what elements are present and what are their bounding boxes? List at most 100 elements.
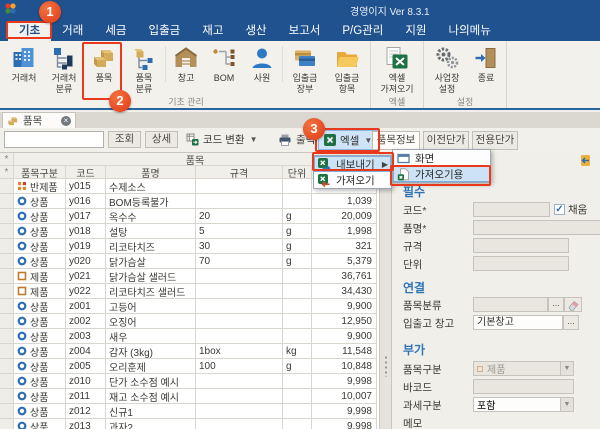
ribbon-button-partner-class[interactable]: 거래처 분류 xyxy=(44,42,84,94)
category-browse-button[interactable]: ... xyxy=(548,297,564,312)
ribbon-button-item-class[interactable]: 품목 분류 xyxy=(124,42,164,94)
category-clear-button[interactable] xyxy=(564,297,582,312)
goods-icon xyxy=(17,301,27,311)
menu-item-import[interactable]: 가져오기 xyxy=(314,172,391,188)
menubar-tab-7[interactable]: P/G관리 xyxy=(331,22,394,41)
category-input[interactable] xyxy=(473,297,548,312)
goods-icon xyxy=(17,241,27,251)
fill-checkbox[interactable]: ✓ 채움 xyxy=(554,202,587,217)
menubar-tab-8[interactable]: 지원 xyxy=(394,22,437,41)
ribbon-button-employee[interactable]: 사원 xyxy=(243,42,281,84)
column-header-code[interactable]: 코드 xyxy=(66,166,106,179)
menubar-tab-5[interactable]: 생산 xyxy=(234,22,277,41)
search-input[interactable] xyxy=(4,131,104,148)
code-convert-icon xyxy=(186,133,199,146)
checkbox-check-icon: ✓ xyxy=(554,204,565,215)
menubar-tab-1[interactable]: 거래 xyxy=(51,22,94,41)
table-row[interactable]: 상품 z010 단가 소수점 예시 9,998 xyxy=(0,374,379,389)
spec-input[interactable] xyxy=(473,238,569,253)
ribbon-separator xyxy=(165,46,166,82)
ribbon-group-label: 기초 관리 xyxy=(2,95,370,108)
ribbon-button-exit[interactable]: 종료 xyxy=(468,42,504,84)
annotation-rect-import-format xyxy=(390,165,491,186)
document-tab-items[interactable]: 품목 × xyxy=(2,112,76,128)
menubar-tab-9[interactable]: 나의메뉴 xyxy=(438,22,502,41)
app-logo-icon xyxy=(4,2,17,15)
table-row[interactable]: 상품 z013 과자2 9,998 xyxy=(0,419,379,429)
menubar-tab-4[interactable]: 재고 xyxy=(191,22,234,41)
menubar-tab-2[interactable]: 세금 xyxy=(94,22,137,41)
ribbon-separator xyxy=(282,46,283,82)
column-header-name[interactable]: 품명 xyxy=(106,166,196,179)
table-row[interactable]: 상품 y017 옥수수 20 g 20,009 xyxy=(0,209,379,224)
table-row[interactable]: 상품 y020 닭가슴살 70 g 5,379 xyxy=(0,254,379,269)
title-bar: 경영이지 Ver 8.3.1 xyxy=(0,0,600,17)
goods-icon xyxy=(17,391,27,401)
tax-select[interactable]: 포함 ▼ xyxy=(473,397,574,412)
warehouse-browse-button[interactable]: ... xyxy=(563,315,579,330)
ribbon-button-workplace-settings[interactable]: 사업장 설정 xyxy=(426,42,468,94)
column-header-spec[interactable]: 규격 xyxy=(196,166,283,179)
table-row[interactable]: 상품 z004 감자 (3kg) 1box kg 11,548 xyxy=(0,344,379,359)
itemtype-select[interactable]: 제품 ▼ xyxy=(473,361,574,376)
goods-icon xyxy=(17,196,27,206)
detail-button[interactable]: 상세 xyxy=(145,131,178,148)
ledger-icon xyxy=(292,45,318,71)
table-row[interactable]: 상품 z003 새우 9,900 xyxy=(0,329,379,344)
section-heading-link: 연결 xyxy=(403,279,425,296)
lookup-button[interactable]: 조회 xyxy=(108,131,141,148)
chevron-down-icon: ▼ xyxy=(250,135,258,144)
table-row[interactable]: 상품 z012 신규1 9,998 xyxy=(0,404,379,419)
folder-icon xyxy=(334,45,360,71)
field-warehouse: 입출고 창고 기본창고 ... xyxy=(403,315,594,330)
ribbon-button-partner[interactable]: 거래처 xyxy=(4,42,44,84)
field-code: 코드* ✓ 채움 xyxy=(403,202,594,217)
table-row[interactable]: 상품 z001 고등어 9,900 xyxy=(0,299,379,314)
table-row[interactable]: 상품 y016 BOM등록불가 1,039 xyxy=(0,194,379,209)
warehouse-input[interactable]: 기본창고 xyxy=(473,315,563,330)
ribbon-group-0: 거래처 거래처 분류 품목 품목 분류 창고 BOM 사원 입출금 장부 입출금… xyxy=(2,41,371,108)
exit-icon xyxy=(473,45,499,71)
menubar-tab-3[interactable]: 입출금 xyxy=(138,22,192,41)
table-row[interactable]: 상품 z011 재고 소수점 예시 10,007 xyxy=(0,389,379,404)
column-header-unit[interactable]: 단위 xyxy=(283,166,312,179)
ribbon-button-excel-import[interactable]: 엑셀 가져오기 xyxy=(373,42,421,94)
row-indicator-header: * xyxy=(0,166,14,179)
toolbar: 조회 상세 코드 변환 ▼ 출력 엑셀 ▼ 품목정보이전단가전용단가 xyxy=(0,128,600,152)
ribbon-button-warehouse[interactable]: 창고 xyxy=(167,42,205,84)
ribbon-button-cash-book[interactable]: 입출금 장부 xyxy=(284,42,326,94)
ribbon-group-label: 설정 xyxy=(424,95,506,108)
table-row[interactable]: 제품 y022 리코타치즈 샐러드 34,430 xyxy=(0,284,379,299)
table-row[interactable]: 상품 y019 리코타치즈 30 g 321 xyxy=(0,239,379,254)
panel-splitter[interactable] xyxy=(379,152,392,429)
excel-import2-icon xyxy=(318,174,331,187)
row-indicator-header: * xyxy=(0,153,14,166)
table-row[interactable]: 상품 z002 오징어 12,950 xyxy=(0,314,379,329)
ribbon-button-cash-items[interactable]: 입출금 항목 xyxy=(326,42,368,94)
person-icon xyxy=(249,45,275,71)
unit-input[interactable] xyxy=(473,256,569,271)
gears-icon xyxy=(434,45,460,71)
name-input[interactable] xyxy=(473,220,600,235)
close-tab-icon[interactable]: × xyxy=(61,116,71,126)
code-input[interactable] xyxy=(473,202,550,217)
menubar-tab-6[interactable]: 보고서 xyxy=(278,22,332,41)
column-header-category[interactable]: 품목구분 xyxy=(14,166,66,179)
submenu-item-screen[interactable]: 화면 xyxy=(393,150,490,166)
window-icon xyxy=(397,152,410,165)
barcode-input[interactable] xyxy=(473,379,574,394)
ribbon-button-bom[interactable]: BOM xyxy=(205,42,243,84)
annotation-rect-step1 xyxy=(6,21,52,39)
code-convert-button[interactable]: 코드 변환 ▼ xyxy=(186,131,257,148)
panel-tab-2[interactable]: 전용단가 xyxy=(472,131,518,150)
goods-icon xyxy=(17,421,27,429)
collapse-panel-icon[interactable] xyxy=(579,154,592,167)
item-detail-panel: 필수 코드* ✓ 채움 품명* 규격 단위 연결 xyxy=(392,152,600,429)
table-row[interactable]: 상품 z005 오리훈제 100 g 10,848 xyxy=(0,359,379,374)
document-tab-label: 품목 xyxy=(23,113,61,128)
ribbon-group-1: 엑셀 가져오기 엑셀 xyxy=(371,41,424,108)
table-row[interactable]: 상품 y018 설탕 5 g 1,998 xyxy=(0,224,379,239)
product-icon xyxy=(17,286,27,296)
panel-tab-1[interactable]: 이전단가 xyxy=(423,131,469,150)
table-row[interactable]: 제품 y021 닭가슴살 샐러드 36,761 xyxy=(0,269,379,284)
